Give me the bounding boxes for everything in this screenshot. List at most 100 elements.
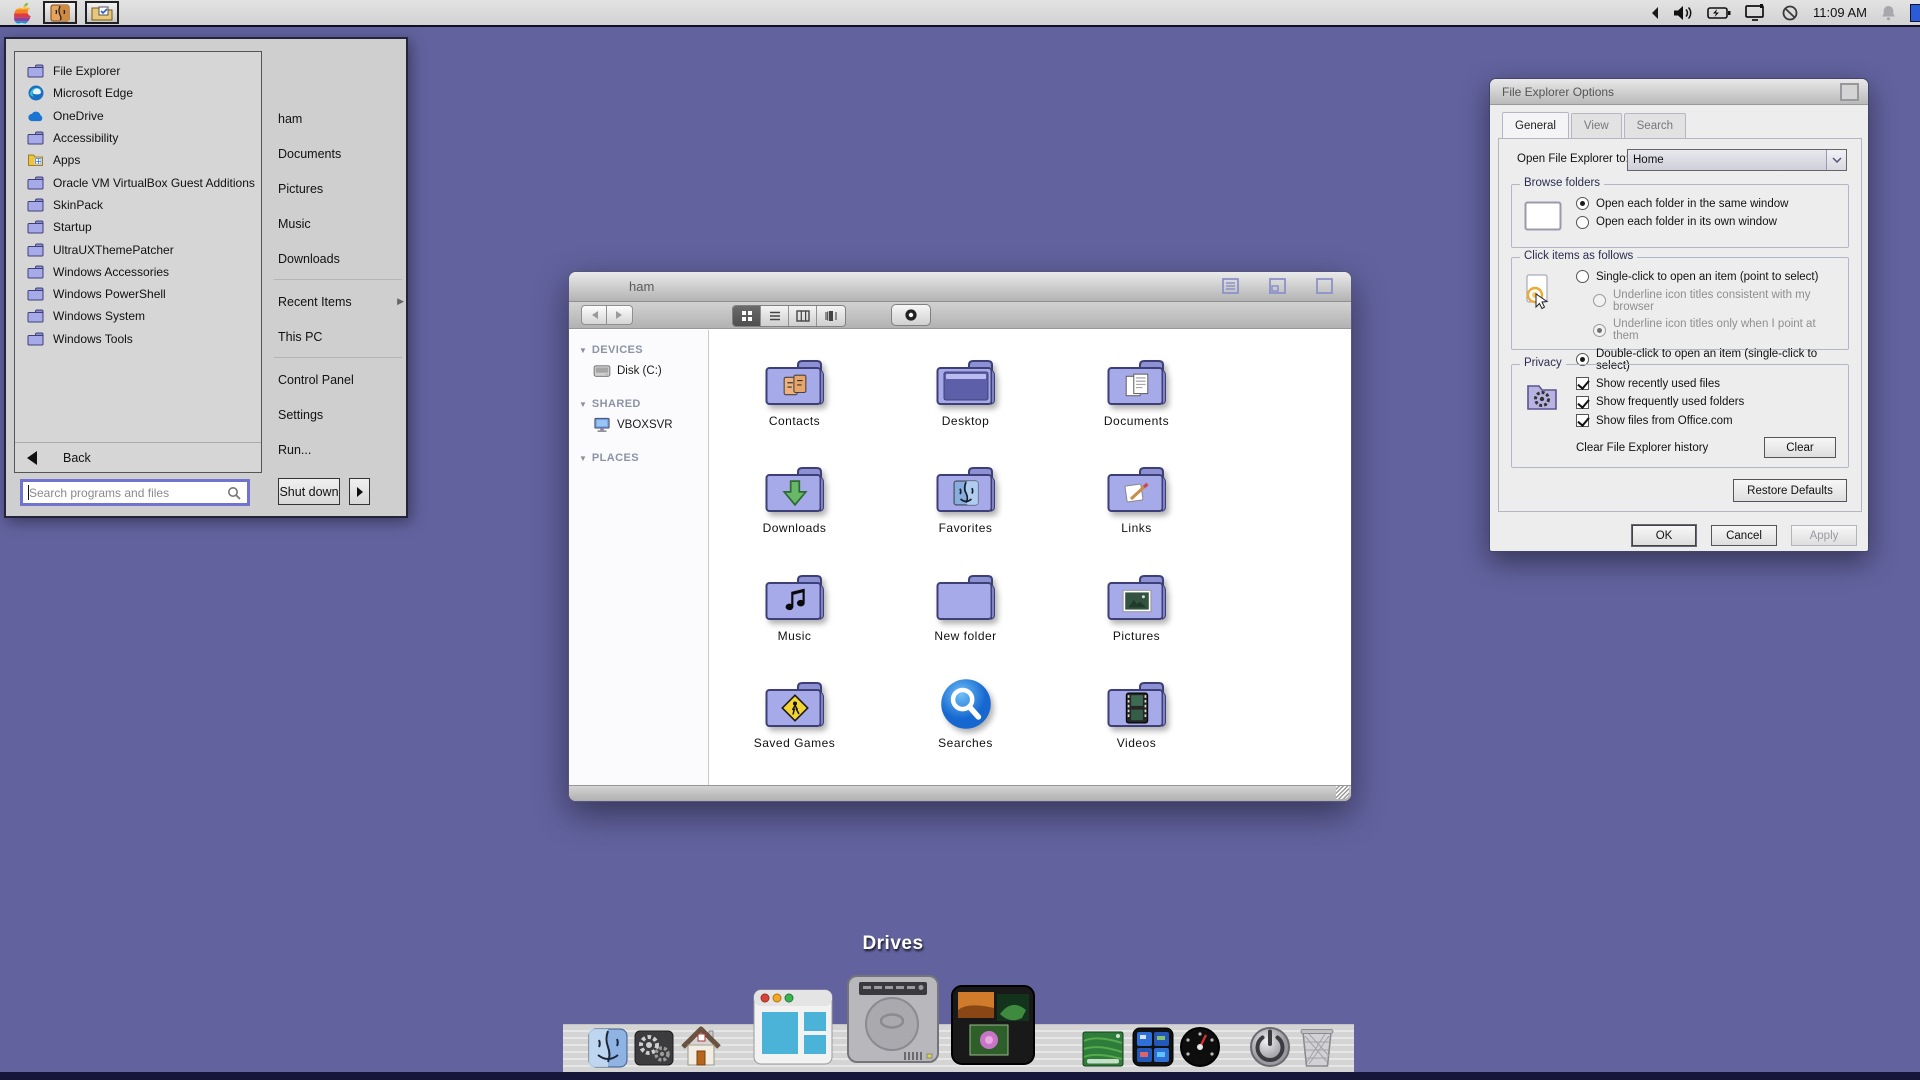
dashboard-dock-icon[interactable] [1178, 1026, 1222, 1068]
apply-button[interactable]: Apply [1791, 525, 1857, 546]
radio-option[interactable]: Underline icon titles consistent with my… [1593, 289, 1840, 313]
restore-icon[interactable] [1269, 278, 1286, 294]
file-item-searches[interactable]: Searches [880, 649, 1051, 757]
radio-button[interactable] [1593, 294, 1606, 307]
do-not-disturb-icon[interactable] [1781, 5, 1799, 21]
photos-dock-icon[interactable] [950, 982, 1036, 1066]
start-menu-item[interactable]: Oracle VM VirtualBox Guest Additions [15, 171, 261, 193]
start-menu-place-run-[interactable]: Run... [268, 432, 408, 467]
quick-look-button[interactable] [891, 304, 931, 326]
title-bar[interactable]: ham [569, 272, 1351, 302]
disclosure-triangle-icon[interactable]: ▼ [579, 454, 587, 463]
start-menu-place-ham[interactable]: ham [268, 101, 408, 136]
file-item-contacts[interactable]: Contacts [709, 330, 880, 434]
dialog-title-bar[interactable]: File Explorer Options [1490, 79, 1868, 105]
drives-dock-icon[interactable] [845, 972, 941, 1066]
home-dock-icon[interactable] [680, 1024, 722, 1067]
start-menu-item[interactable]: Windows Accessories [15, 261, 261, 283]
start-menu-place-settings[interactable]: Settings [268, 397, 408, 432]
restore-defaults-button[interactable]: Restore Defaults [1733, 479, 1847, 502]
start-menu-item[interactable]: UltraUXThemePatcher [15, 238, 261, 260]
start-menu-place-music[interactable]: Music [268, 206, 408, 241]
clock[interactable]: 11:09 AM [1813, 5, 1867, 20]
start-menu-place-this-pc[interactable]: This PC [268, 319, 408, 354]
close-icon[interactable] [1840, 83, 1859, 101]
start-menu-item[interactable]: Startup [15, 216, 261, 238]
notification-bell-icon[interactable] [1881, 5, 1896, 21]
resize-grip[interactable] [1336, 786, 1349, 799]
start-menu-place-downloads[interactable]: Downloads [268, 241, 408, 276]
cancel-button[interactable]: Cancel [1711, 525, 1777, 546]
system-preferences-dock-icon[interactable] [634, 1027, 674, 1067]
tab-view[interactable]: View [1571, 113, 1622, 138]
radio-button[interactable] [1593, 324, 1606, 337]
sidebar-item[interactable]: VBOXSVR [569, 414, 708, 436]
list-view-button[interactable] [761, 306, 789, 326]
tab-search[interactable]: Search [1624, 113, 1686, 138]
start-menu-item[interactable]: File Explorer [15, 60, 261, 82]
start-menu-place-documents[interactable]: Documents [268, 136, 408, 171]
checkbox-option[interactable]: Show frequently used folders [1576, 396, 1840, 409]
shut-down-button[interactable]: Shut down [278, 478, 340, 505]
trash-dock-icon[interactable] [1296, 1024, 1338, 1068]
file-item-new-folder[interactable]: New folder [880, 541, 1051, 649]
start-menu-item[interactable]: SkinPack [15, 194, 261, 216]
search-input[interactable] [23, 486, 227, 500]
ok-button[interactable]: OK [1632, 525, 1696, 546]
column-view-button[interactable] [789, 306, 817, 326]
chevron-left-icon[interactable] [1650, 6, 1659, 20]
sidebar-item[interactable]: Disk (C:) [569, 360, 708, 382]
forward-button[interactable] [607, 305, 633, 325]
window-manager-dock-icon[interactable] [752, 986, 834, 1066]
start-menu-item[interactable]: Windows Tools [15, 328, 261, 350]
file-item-favorites[interactable]: Favorites [880, 434, 1051, 542]
power-dock-icon[interactable] [1248, 1025, 1292, 1068]
sidebar-section-header[interactable]: ▼PLACES [569, 448, 708, 468]
finder-dock-icon[interactable] [588, 1026, 628, 1068]
disclosure-triangle-icon[interactable]: ▼ [579, 400, 587, 409]
start-menu-item[interactable]: Microsoft Edge [15, 82, 261, 104]
tasks-app-button[interactable] [85, 1, 119, 24]
start-menu-item[interactable]: OneDrive [15, 105, 261, 127]
shut-down-options-button[interactable] [349, 478, 370, 505]
maximize-icon[interactable] [1316, 278, 1333, 294]
checkbox[interactable] [1576, 414, 1589, 427]
radio-option[interactable]: Open each folder in the same window [1576, 197, 1840, 210]
start-menu-item[interactable]: Apps [15, 149, 261, 171]
start-menu-place-recent-items[interactable]: Recent Items▶ [268, 284, 408, 319]
checkbox[interactable] [1576, 377, 1589, 390]
sidebar-section-header[interactable]: ▼DEVICES [569, 340, 708, 360]
back-button[interactable] [581, 305, 607, 325]
start-menu-place-control-panel[interactable]: Control Panel [268, 362, 408, 397]
display-icon[interactable] [1745, 4, 1767, 21]
coverflow-view-button[interactable] [817, 306, 845, 326]
radio-option[interactable]: Single-click to open an item (point to s… [1576, 270, 1840, 283]
minimize-icon[interactable] [1222, 278, 1239, 294]
checkbox-option[interactable]: Show files from Office.com [1576, 414, 1840, 427]
radio-button[interactable] [1576, 270, 1589, 283]
input-indicator-icon[interactable] [1910, 4, 1920, 22]
checkbox[interactable] [1576, 396, 1589, 409]
file-item-documents[interactable]: Documents [1051, 330, 1222, 434]
disclosure-triangle-icon[interactable]: ▼ [579, 346, 587, 355]
sidebar-section-header[interactable]: ▼SHARED [569, 394, 708, 414]
file-item-desktop[interactable]: Desktop [880, 330, 1051, 434]
file-item-downloads[interactable]: Downloads [709, 434, 880, 542]
apple-menu-icon[interactable] [14, 0, 35, 25]
radio-option[interactable]: Underline icon titles only when I point … [1593, 318, 1840, 342]
battery-icon[interactable] [1707, 6, 1731, 20]
chevron-down-icon[interactable] [1826, 150, 1846, 170]
icon-view-button[interactable] [733, 306, 761, 326]
desktop-wallpaper-dock-icon[interactable] [1082, 1030, 1124, 1067]
start-menu-item[interactable]: Accessibility [15, 127, 261, 149]
start-menu-item[interactable]: Windows PowerShell [15, 283, 261, 305]
radio-option[interactable]: Open each folder in its own window [1576, 216, 1840, 229]
open-to-select[interactable]: Home [1627, 149, 1847, 171]
volume-icon[interactable] [1673, 5, 1693, 21]
file-item-pictures[interactable]: Pictures [1051, 541, 1222, 649]
search-box[interactable] [20, 479, 250, 506]
tab-general[interactable]: General [1502, 112, 1569, 138]
file-item-videos[interactable]: Videos [1051, 649, 1222, 757]
finder-app-button[interactable] [43, 1, 77, 24]
panels-dock-icon[interactable] [1132, 1026, 1174, 1067]
